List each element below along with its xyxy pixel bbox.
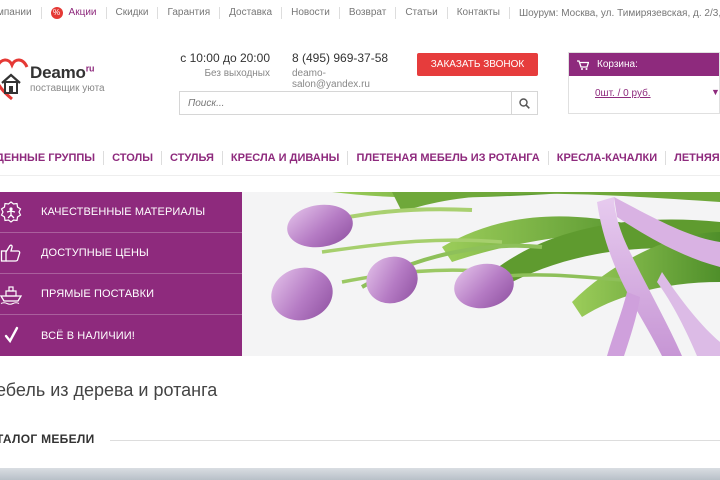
topbar-link-contacts[interactable]: Контакты	[448, 7, 510, 19]
logo-name: Deamoru	[30, 63, 95, 82]
catalog-image-strip	[0, 468, 720, 480]
cart-summary[interactable]: 0шт. / 0 руб.	[595, 88, 651, 99]
cart-icon	[577, 59, 589, 70]
showroom-address: Шоурум: Москва, ул. Тимирязевская, д. 2/…	[518, 7, 720, 19]
cart-widget[interactable]: Корзина: 0шт. / 0 руб. ▼	[568, 52, 720, 114]
feature-prices-label: ДОСТУПНЫЕ ЦЕНЫ	[41, 247, 149, 259]
search-input[interactable]	[180, 92, 512, 114]
ship-icon	[0, 283, 22, 305]
topbar-link-articles[interactable]: Статьи	[396, 7, 448, 19]
topbar-link-delivery[interactable]: Доставка	[220, 7, 283, 19]
hours-note: Без выходных	[204, 68, 270, 79]
logo[interactable]: Deamoru поставщик уюта	[0, 51, 130, 111]
cart-body: 0шт. / 0 руб. ▼	[569, 76, 720, 114]
chevron-down-icon[interactable]: ▼	[711, 87, 720, 97]
topbar-link-company[interactable]: мпании	[0, 7, 42, 19]
topbar-link-discounts[interactable]: Скидки	[107, 7, 159, 19]
topbar-link-news[interactable]: Новости	[282, 7, 340, 19]
nav-item-tables[interactable]: СТОЛЫ	[103, 150, 161, 165]
feature-supply-label: ПРЯМЫЕ ПОСТАВКИ	[41, 288, 155, 300]
quality-badge-icon	[0, 201, 22, 223]
nav-item-dining-groups[interactable]: ДЕННЫЕ ГРУППЫ	[0, 151, 103, 165]
topbar-link-warranty[interactable]: Гарантия	[158, 7, 221, 19]
heart-house-icon	[0, 58, 29, 101]
phone-number[interactable]: 8 (495) 969-37-58	[292, 51, 402, 65]
feature-prices: ДОСТУПНЫЕ ЦЕНЫ	[0, 233, 242, 274]
logo-tagline: поставщик уюта	[30, 83, 105, 94]
features-panel: КАЧЕСТВЕННЫЕ МАТЕРИАЛЫ ДОСТУПНЫЕ ЦЕНЫ ПР…	[0, 192, 242, 356]
feature-supply: ПРЯМЫЕ ПОСТАВКИ	[0, 274, 242, 315]
percent-icon: %	[50, 7, 63, 19]
promo-banner[interactable]	[242, 192, 720, 356]
topbar-link-returns[interactable]: Возврат	[340, 7, 397, 19]
search-icon	[519, 97, 530, 109]
feature-stock: ВСЁ В НАЛИЧИИ!	[0, 315, 242, 356]
hours-time: с 10:00 до 20:00	[180, 51, 270, 65]
main-nav: ДЕННЫЕ ГРУППЫ СТОЛЫ СТУЛЬЯ КРЕСЛА И ДИВА…	[0, 140, 720, 176]
page-title: ебель из дерева и ротанга	[0, 380, 218, 400]
search-box	[179, 91, 538, 115]
callback-button[interactable]: ЗАКАЗАТЬ ЗВОНОК	[417, 53, 538, 76]
email-link[interactable]: deamo-salon@yandex.ru	[292, 68, 402, 90]
cart-title: Корзина:	[597, 59, 638, 70]
nav-item-rattan[interactable]: ПЛЕТЕНАЯ МЕБЕЛЬ ИЗ РОТАНГА	[347, 150, 547, 165]
nav-item-rocking-chairs[interactable]: КРЕСЛА-КАЧАЛКИ	[547, 150, 665, 165]
thumbs-up-icon	[0, 242, 22, 264]
feature-quality: КАЧЕСТВЕННЫЕ МАТЕРИАЛЫ	[0, 192, 242, 233]
header: Deamoru поставщик уюта с 10:00 до 20:00 …	[0, 26, 720, 138]
feature-stock-label: ВСЁ В НАЛИЧИИ!	[41, 329, 135, 342]
top-bar: мпании % Акции Скидки Гарантия Доставка …	[0, 0, 720, 26]
checkmark-icon	[0, 324, 22, 346]
tulips-image	[242, 192, 720, 356]
nav-item-summer[interactable]: ЛЕТНЯЯ МЕБЕЛЬ	[665, 150, 720, 165]
topbar-link-promotions[interactable]: % Акции	[42, 7, 107, 19]
divider	[110, 440, 720, 441]
nav-item-chairs[interactable]: СТУЛЬЯ	[160, 150, 222, 165]
cart-header: Корзина:	[569, 53, 719, 76]
contact-block: 8 (495) 969-37-58 deamo-salon@yandex.ru	[292, 51, 402, 90]
search-button[interactable]	[511, 92, 537, 114]
catalog-heading: ТАЛОГ МЕБЕЛИ	[0, 432, 95, 446]
nav-item-armchairs-sofas[interactable]: КРЕСЛА И ДИВАНЫ	[221, 150, 348, 165]
feature-quality-label: КАЧЕСТВЕННЫЕ МАТЕРИАЛЫ	[41, 206, 206, 218]
promotions-label: Акции	[68, 7, 97, 18]
working-hours: с 10:00 до 20:00 Без выходных	[170, 51, 270, 79]
